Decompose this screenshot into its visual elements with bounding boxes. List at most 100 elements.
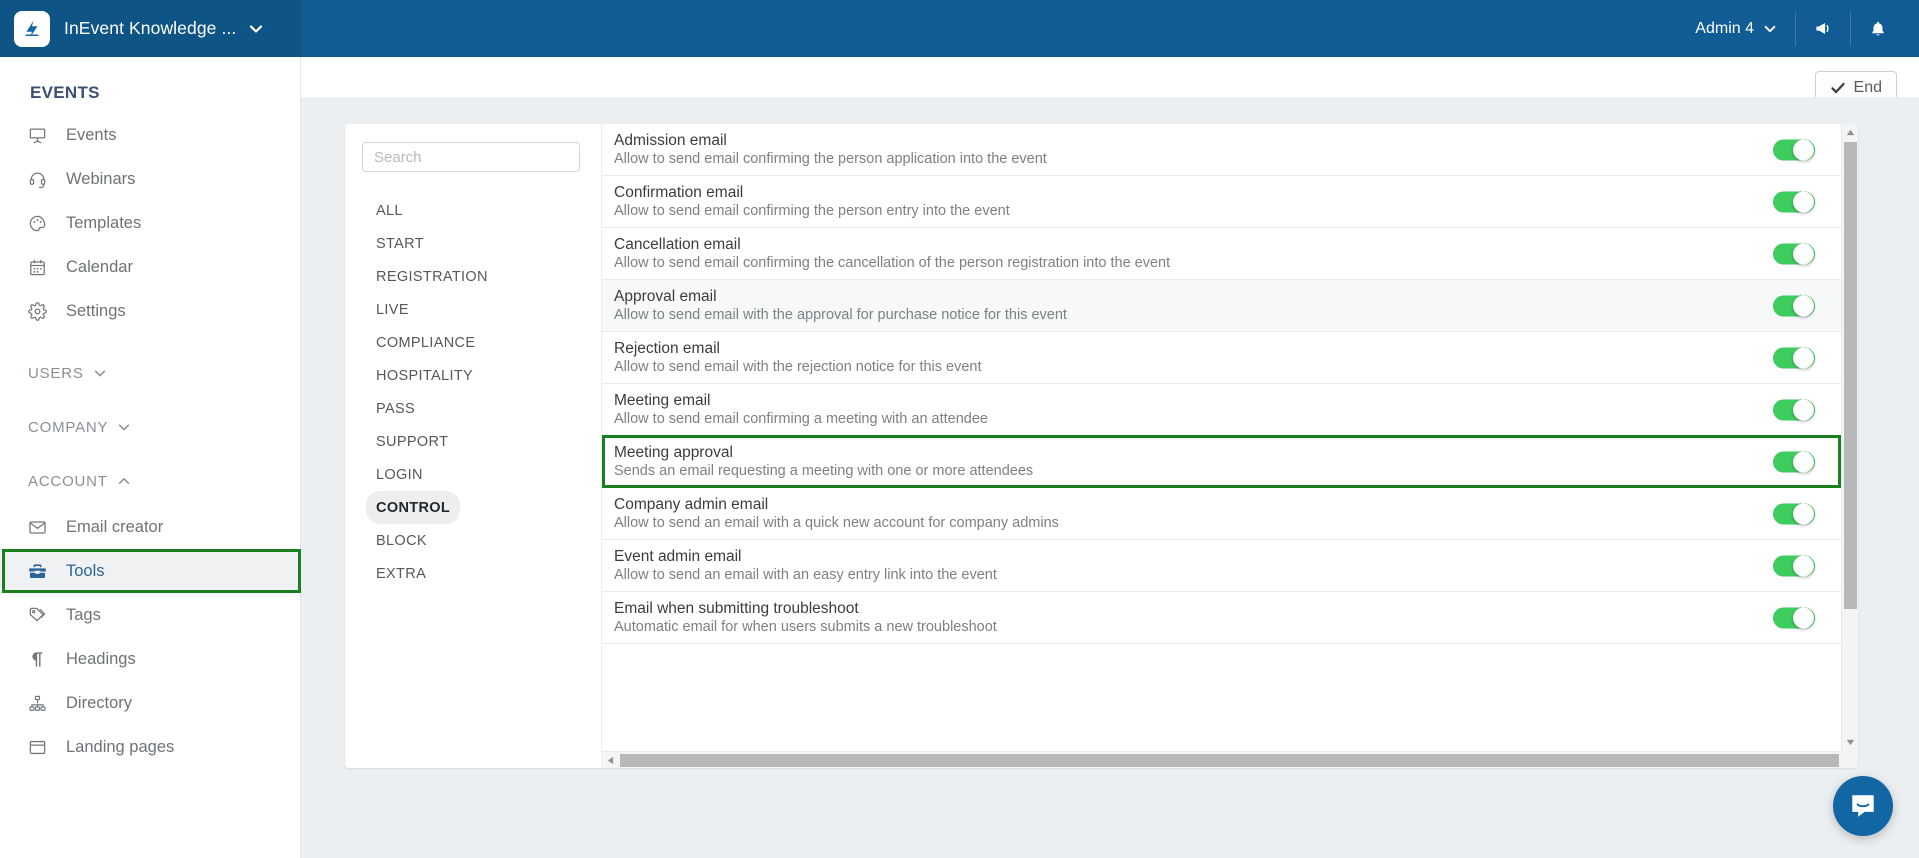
sidebar-item-directory[interactable]: Directory	[0, 681, 300, 725]
sidebar: EVENTS Events Webinars Templates Calenda…	[0, 57, 301, 858]
tool-row-toggle[interactable]	[1773, 191, 1815, 212]
presentation-screen-icon	[28, 126, 58, 145]
toggle-switch[interactable]	[1773, 555, 1815, 576]
category-hospitality[interactable]: HOSPITALITY	[366, 359, 483, 392]
toggle-switch[interactable]	[1773, 503, 1815, 524]
category-block[interactable]: BLOCK	[366, 524, 437, 557]
scrollbar-corner	[1841, 751, 1858, 768]
vertical-scrollbar-thumb[interactable]	[1844, 142, 1857, 609]
category-start[interactable]: START	[366, 227, 434, 260]
toggle-switch[interactable]	[1773, 451, 1815, 472]
category-login[interactable]: LOGIN	[366, 458, 433, 491]
toggle-switch[interactable]	[1773, 295, 1815, 316]
tool-row-title: Meeting email	[614, 391, 711, 409]
toggle-switch[interactable]	[1773, 347, 1815, 368]
sidebar-item-events[interactable]: Events	[0, 113, 300, 157]
vertical-scrollbar[interactable]	[1841, 124, 1858, 751]
category-extra[interactable]: EXTRA	[366, 557, 436, 590]
tool-row-description: Allow to send email confirming the perso…	[614, 202, 1010, 219]
toggle-switch[interactable]	[1773, 607, 1815, 628]
sidebar-item-tools[interactable]: Tools	[0, 549, 301, 593]
toggle-switch[interactable]	[1773, 399, 1815, 420]
search-input[interactable]	[362, 142, 580, 172]
tool-row-toggle[interactable]	[1773, 347, 1815, 368]
sidebar-group-users[interactable]: USERS	[0, 359, 300, 387]
sidebar-item-label: Tools	[66, 561, 105, 580]
sidebar-item-email-creator[interactable]: Email creator	[0, 505, 300, 549]
category-list: ALL START REGISTRATION LIVE COMPLIANCE HOSPIT…	[345, 194, 601, 590]
org-name: InEvent Knowledge ...	[64, 18, 237, 38]
tool-row-texts: Rejection email Allow to send email with …	[614, 339, 982, 377]
category-label: BLOCK	[376, 532, 427, 549]
calendar-icon	[28, 258, 58, 277]
caret-down-icon[interactable]	[1842, 734, 1858, 751]
tool-row-texts: Meeting email Allow to send email confirm…	[614, 391, 988, 429]
chevron-down-icon[interactable]	[248, 21, 264, 37]
category-support[interactable]: SUPPORT	[366, 425, 458, 458]
toggle-switch[interactable]	[1773, 139, 1815, 160]
sidebar-item-headings[interactable]: Headings	[0, 637, 300, 681]
sidebar-item-calendar[interactable]: Calendar	[0, 245, 300, 289]
tool-row[interactable]: Email when submitting troubleshoot Automa…	[602, 592, 1841, 644]
tool-row-toggle[interactable]	[1773, 243, 1815, 264]
org-switcher[interactable]: InEvent Knowledge ...	[0, 0, 301, 57]
sidebar-group-company[interactable]: COMPANY	[0, 413, 300, 441]
tool-row-toggle[interactable]	[1773, 555, 1815, 576]
toggle-switch[interactable]	[1773, 191, 1815, 212]
tool-row[interactable]: Event admin email Allow to send an email …	[602, 540, 1841, 592]
tool-row-texts: Meeting approval Sends an email requestin…	[614, 443, 1033, 481]
category-registration[interactable]: REGISTRATION	[366, 260, 498, 293]
toggle-switch[interactable]	[1773, 243, 1815, 264]
category-live[interactable]: LIVE	[366, 293, 419, 326]
sidebar-item-tags[interactable]: Tags	[0, 593, 300, 637]
category-pass[interactable]: PASS	[366, 392, 425, 425]
tool-row-texts: Cancellation email Allow to send email co…	[614, 235, 1170, 273]
sidebar-item-templates[interactable]: Templates	[0, 201, 300, 245]
admin-menu[interactable]: Admin 4	[1687, 0, 1791, 57]
tool-row-description: Allow to send email confirming a meeting…	[614, 410, 988, 427]
sidebar-item-label: Events	[66, 125, 117, 144]
tool-row[interactable]: Meeting email Allow to send email confirm…	[602, 384, 1841, 436]
tool-row-description: Sends an email requesting a meeting with…	[614, 462, 1034, 479]
tool-row[interactable]: Admission email Allow to send email confi…	[602, 124, 1841, 176]
divider	[1795, 11, 1796, 46]
chevron-down-icon	[1763, 22, 1777, 36]
category-all[interactable]: ALL	[366, 194, 413, 227]
horizontal-scrollbar[interactable]	[602, 751, 1841, 768]
caret-up-icon[interactable]	[1842, 124, 1858, 141]
tool-row-toggle[interactable]	[1773, 139, 1815, 160]
envelope-icon	[28, 518, 58, 537]
tool-row[interactable]: Meeting approval Sends an email requestin…	[602, 435, 1841, 488]
sidebar-item-webinars[interactable]: Webinars	[0, 157, 300, 201]
tool-row-toggle[interactable]	[1773, 503, 1815, 524]
megaphone-icon[interactable]	[1800, 0, 1846, 57]
check-icon	[1830, 80, 1846, 96]
tool-row[interactable]: Company admin email Allow to send an emai…	[602, 488, 1841, 540]
tool-row-toggle[interactable]	[1773, 607, 1815, 628]
tool-row-toggle[interactable]	[1773, 295, 1815, 316]
tool-row[interactable]: Approval email Allow to send email with t…	[602, 280, 1841, 332]
category-control[interactable]: CONTROL	[366, 491, 461, 524]
tool-row-description: Allow to send email with the rejection n…	[614, 358, 982, 375]
tool-row[interactable]: Cancellation email Allow to send email co…	[602, 228, 1841, 280]
sidebar-item-landing-pages[interactable]: Landing pages	[0, 725, 300, 769]
tool-row-texts: Admission email Allow to send email confi…	[614, 131, 1047, 169]
horizontal-scrollbar-thumb[interactable]	[620, 754, 1839, 767]
intercom-chat-button[interactable]	[1833, 776, 1893, 836]
gear-icon	[28, 301, 58, 321]
tool-row-toggle[interactable]	[1773, 399, 1815, 420]
tool-row-toggle[interactable]	[1773, 451, 1815, 472]
sidebar-group-account[interactable]: ACCOUNT	[0, 467, 300, 495]
toggle-knob	[1793, 139, 1814, 160]
bell-icon[interactable]	[1855, 0, 1901, 57]
tool-row[interactable]: Rejection email Allow to send email with …	[602, 332, 1841, 384]
sidebar-item-settings[interactable]: Settings	[0, 289, 300, 333]
headset-icon	[28, 170, 58, 189]
divider	[1850, 11, 1851, 46]
tool-row-texts: Email when submitting troubleshoot Automa…	[614, 599, 997, 637]
chevron-up-icon	[117, 474, 131, 488]
caret-left-icon[interactable]	[602, 752, 619, 768]
category-compliance[interactable]: COMPLIANCE	[366, 326, 485, 359]
tool-row[interactable]: Confirmation email Allow to send email co…	[602, 176, 1841, 228]
palette-icon	[28, 214, 58, 233]
